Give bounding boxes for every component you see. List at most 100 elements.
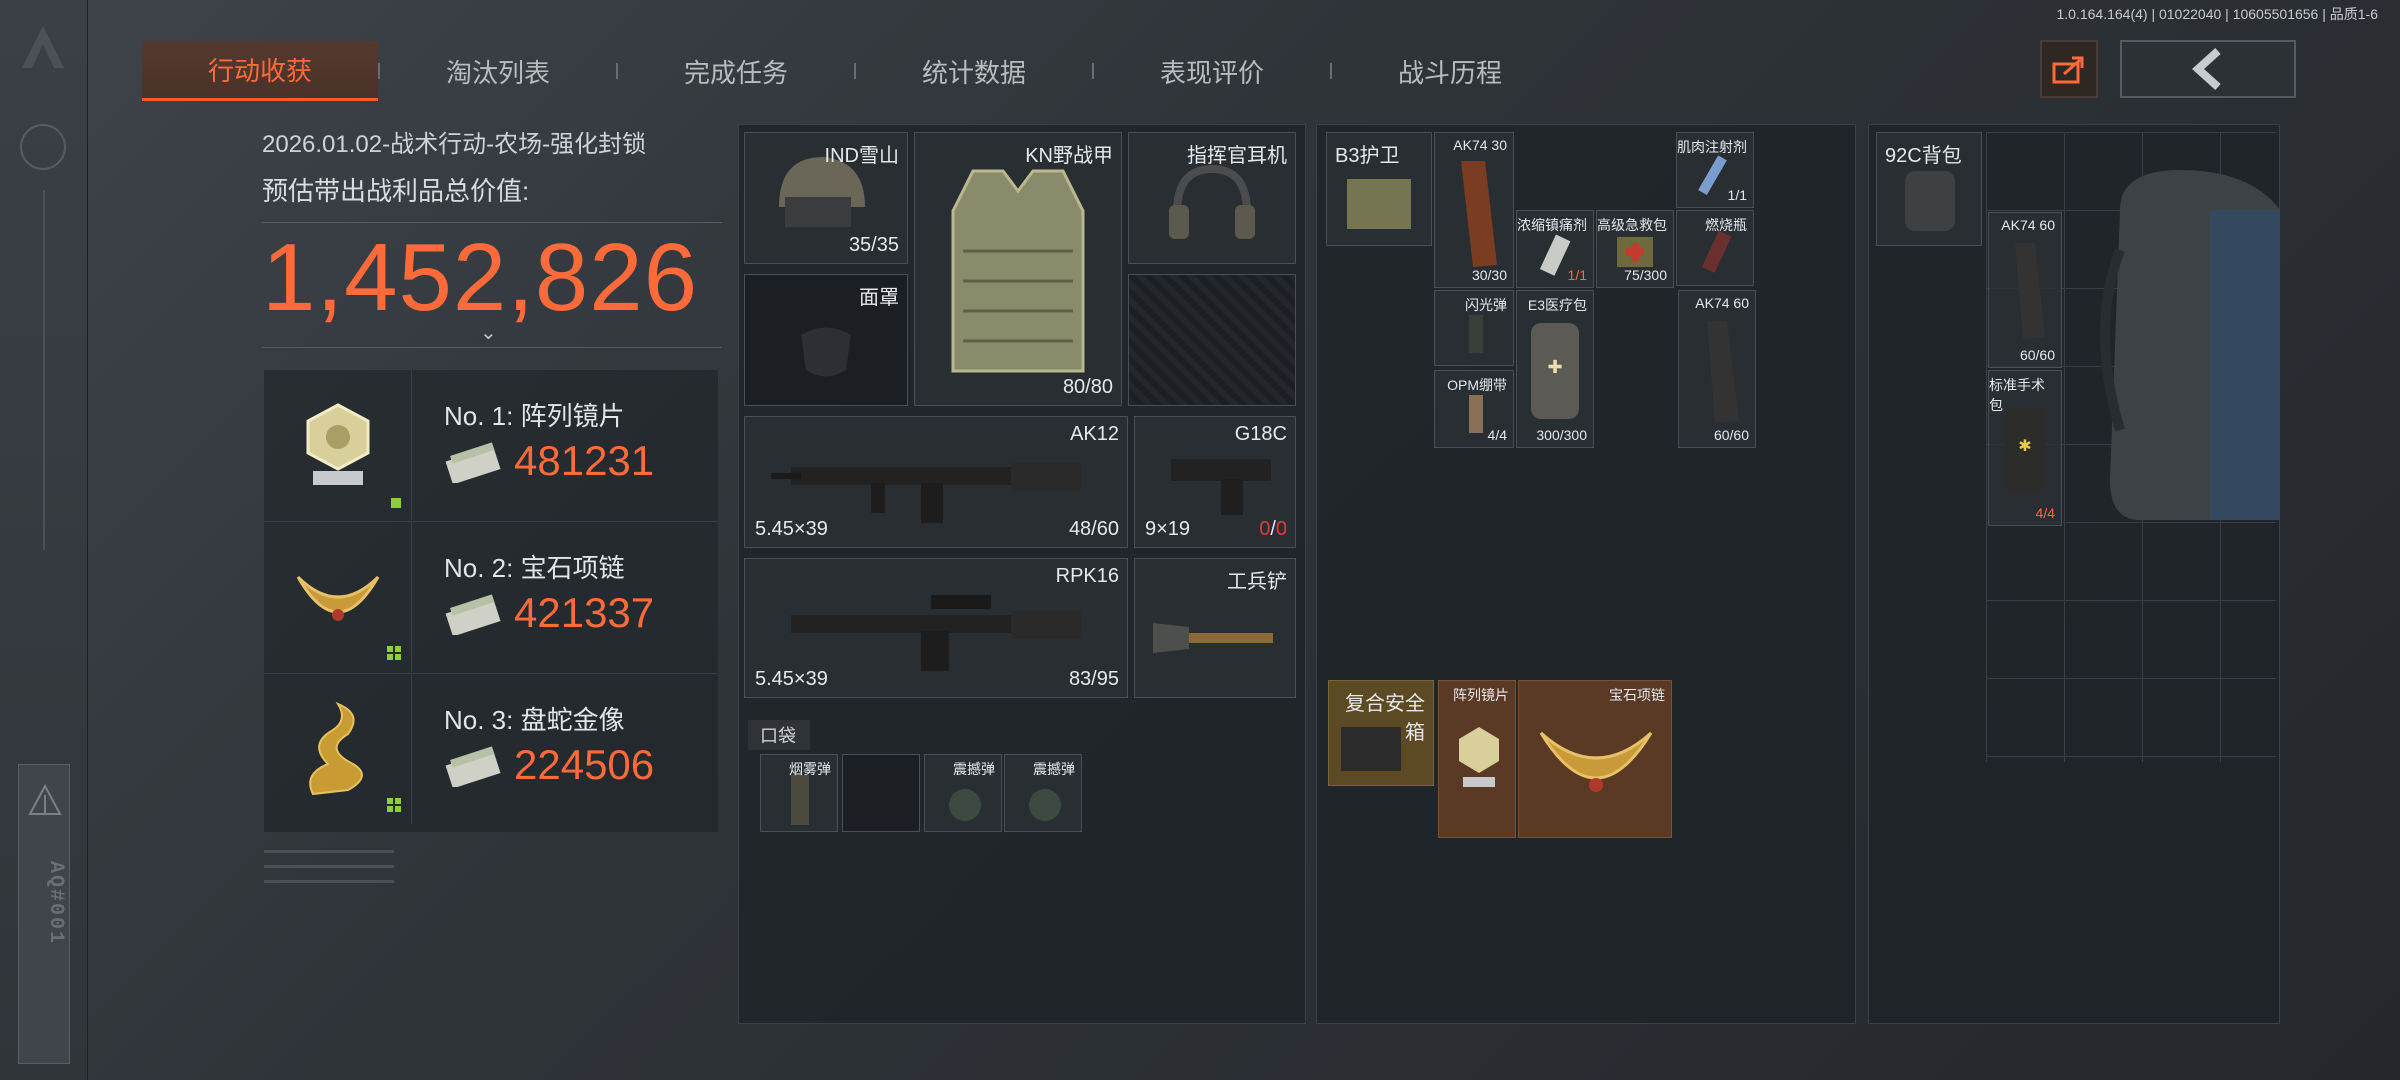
item-name: 浓缩镇痛剂 (1517, 217, 1587, 233)
melee-slot[interactable]: 工兵铲 (1134, 558, 1296, 698)
primary-weapon-slot[interactable]: AK12 5.45×39 48/60 (744, 416, 1128, 548)
size-indicator-icon (391, 498, 401, 508)
item-value: 481231 (514, 437, 655, 484)
item-name: 宝石项链 (1609, 687, 1665, 703)
expand-chevron-icon[interactable]: ⌄ (480, 320, 497, 345)
back-button[interactable] (2120, 40, 2296, 98)
rig-item[interactable]: ✚ E3医疗包 300/300 (1516, 290, 1594, 448)
item-count: 300/300 (1536, 427, 1587, 443)
molotov-icon (1701, 230, 1732, 273)
item-count: 60/60 (2019, 347, 2055, 363)
pocket-slot[interactable] (842, 754, 920, 832)
magazine-icon (2015, 243, 2045, 339)
rig-slot[interactable]: B3护卫 (1326, 132, 1432, 246)
headset-slot[interactable]: 指挥官耳机 (1128, 132, 1296, 264)
share-button[interactable] (2040, 40, 2098, 98)
tab-loot[interactable]: 行动收获 (142, 41, 378, 101)
top-items-list: No. 1: 阵列镜片 481231 No. 2: 宝石项链 421337 No… (264, 370, 718, 832)
item-caliber: 5.45×39 (755, 518, 828, 540)
item-ammo: 0/0 (1259, 518, 1287, 540)
cash-icon (445, 442, 501, 483)
item-caliber: 5.45×39 (755, 668, 828, 690)
helmet-slot[interactable]: IND雪山 35/35 (744, 132, 908, 264)
tab-stats[interactable]: 统计数据 (856, 41, 1092, 101)
rig-item[interactable]: 燃烧瓶 (1676, 210, 1754, 286)
golden-snake-statue-icon (308, 701, 363, 796)
ammo-capacity: 0 (1275, 518, 1287, 540)
magazine-icon (1707, 321, 1739, 423)
item-count: 30/30 (1471, 267, 1507, 283)
rig-item[interactable]: 肌肉注射剂 1/1 (1676, 132, 1754, 208)
item-count: 75/300 (1624, 267, 1667, 283)
list-item[interactable]: No. 2: 宝石项链 421337 (264, 522, 718, 674)
item-thumbnail (264, 370, 412, 520)
lens-array-icon (1459, 727, 1499, 787)
item-ammo: 83/95 (1068, 668, 1119, 690)
item-name: 面罩 (859, 287, 899, 309)
secondary-weapon-slot[interactable]: RPK16 5.45×39 83/95 (744, 558, 1128, 698)
armor-slot[interactable]: KN野战甲 80/80 (914, 132, 1122, 406)
rig-item[interactable]: OPM绷带 4/4 (1434, 370, 1514, 448)
empty-slot[interactable] (1128, 274, 1296, 406)
item-name: 92C背包 (1885, 145, 1962, 167)
chest-rig-icon (1347, 179, 1411, 229)
tab-tasks[interactable]: 完成任务 (618, 41, 854, 101)
item-count: 1/1 (1727, 187, 1747, 203)
pocket-slot[interactable]: 震撼弹 (1004, 754, 1082, 832)
item-name: 高级急救包 (1597, 217, 1667, 233)
sidearm-slot[interactable]: G18C 9×19 0/0 (1134, 416, 1296, 548)
mask-slot[interactable]: 面罩 (744, 274, 908, 406)
magazine-icon (1461, 161, 1497, 267)
lmg-icon (791, 595, 1081, 671)
backpack-item[interactable]: ✱ 标准手术包 4/4 (1988, 370, 2062, 526)
item-thumbnail (264, 522, 412, 672)
rig-item[interactable]: AK74 60 60/60 (1678, 290, 1756, 448)
shovel-icon (1153, 623, 1273, 653)
item-caliber: 9×19 (1145, 518, 1191, 540)
operation-title: 2026.01.02-战术行动-农场-强化封锁 (262, 131, 647, 158)
rig-item[interactable]: 浓缩镇痛剂 1/1 (1516, 210, 1594, 288)
list-item[interactable]: No. 1: 阵列镜片 481231 (264, 370, 718, 522)
backpack-slot[interactable]: 92C背包 (1876, 132, 1982, 246)
item-name: 燃烧瓶 (1705, 217, 1747, 233)
pocket-slot[interactable]: 烟雾弹 (760, 754, 838, 832)
item-name: 震撼弹 (953, 761, 995, 777)
item-name: 烟雾弹 (789, 761, 831, 777)
secure-container-slot[interactable]: 复合安全箱 (1328, 680, 1434, 786)
item-name: AK74 60 (1695, 295, 1749, 311)
tab-history[interactable]: 战斗历程 (1332, 41, 1568, 101)
list-item[interactable]: No. 3: 盘蛇金像 224506 (264, 674, 718, 826)
pocket-label: 口袋 (748, 720, 810, 750)
rifle-icon (771, 463, 1081, 523)
item-name: 震撼弹 (1033, 761, 1075, 777)
total-value-label: 预估带出战利品总价值: (262, 176, 530, 206)
svg-text:✚: ✚ (1547, 357, 1562, 378)
backpack-icon (1905, 171, 1955, 231)
rail-code: AQ#001 (44, 861, 67, 946)
gem-necklace-icon (296, 575, 379, 621)
rail-id-card: AQ#001 (18, 764, 70, 1064)
rig-item[interactable]: 高级急救包 75/300 (1596, 210, 1674, 288)
total-value: 1,452,826 (262, 224, 699, 331)
decorative-lines (264, 850, 394, 895)
rig-item[interactable]: AK74 30 30/30 (1434, 132, 1514, 288)
item-count: 4/4 (1487, 427, 1507, 443)
item-name: AK74 30 (1453, 137, 1507, 153)
stun-grenade-icon (949, 789, 981, 821)
item-name: AK12 (1070, 423, 1119, 445)
version-info: 1.0.164.164(4) | 01022040 | 10605501656 … (2056, 6, 2379, 22)
item-name: OPM绷带 (1447, 377, 1507, 393)
secure-item[interactable]: 宝石项链 (1518, 680, 1672, 838)
gem-necklace-icon (1539, 731, 1653, 792)
secure-item[interactable]: 阵列镜片 (1438, 680, 1516, 838)
tab-eliminations[interactable]: 淘汰列表 (380, 41, 616, 101)
item-name: 标准手术包 (1989, 377, 2045, 413)
item-name: KN野战甲 (1025, 145, 1113, 167)
stun-grenade-icon (1029, 789, 1061, 821)
tab-rating[interactable]: 表现评价 (1094, 41, 1330, 101)
svg-text:✱: ✱ (2018, 436, 2031, 455)
chevron-left-icon (2192, 48, 2221, 90)
backpack-item[interactable]: AK74 60 60/60 (1988, 212, 2062, 368)
pocket-slot[interactable]: 震撼弹 (924, 754, 1002, 832)
rig-item[interactable]: 闪光弹 (1434, 290, 1514, 366)
